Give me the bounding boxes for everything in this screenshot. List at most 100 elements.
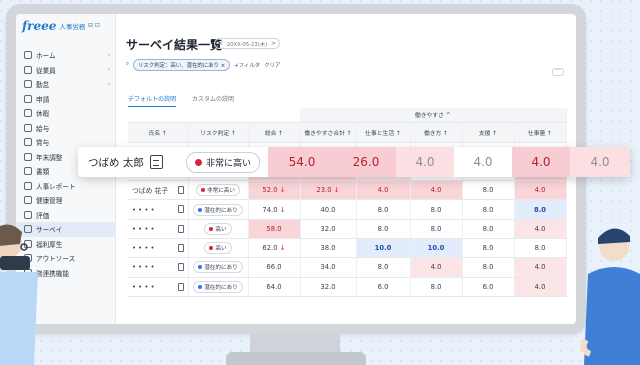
sidebar-item[interactable]: 健康管理 bbox=[16, 193, 116, 208]
sidebar-item[interactable]: 給与 bbox=[16, 121, 116, 136]
score-cell: 8.0 bbox=[356, 257, 411, 278]
nav-icon bbox=[24, 80, 32, 89]
document-icon[interactable] bbox=[177, 282, 184, 291]
table-row[interactable]: • • • • 潜在的にあり 66.0 34.0 8.0 4.0 8.0 4.0 bbox=[128, 257, 567, 278]
column-header[interactable]: 支援 ↑ bbox=[462, 122, 515, 143]
score-cell: 8.0 bbox=[410, 219, 463, 239]
score-value: 6.0 bbox=[482, 282, 494, 291]
employee-name-text: • • • • bbox=[132, 282, 155, 291]
column-header[interactable]: 氏名 ↑ bbox=[128, 122, 189, 143]
risk-cell: 高い bbox=[188, 219, 249, 239]
score-value: 32.0 bbox=[320, 282, 336, 291]
nav-icon bbox=[24, 123, 32, 132]
description-tabs: デフォルトの説明 カスタムの説明 bbox=[128, 94, 234, 107]
sidebar-item[interactable]: 申請 bbox=[16, 92, 116, 107]
sidebar-item-label: 休暇 bbox=[36, 110, 50, 119]
risk-dot-icon bbox=[201, 188, 205, 193]
employee-name[interactable]: • • • • bbox=[128, 277, 189, 297]
column-header[interactable]: リスク判定 ↑ bbox=[188, 122, 249, 143]
score-cell: 4.0 bbox=[410, 257, 463, 278]
employee-name-text: • • • • bbox=[132, 244, 155, 253]
table-row[interactable]: • • • • 潜在的にあり 74.0 ↓ 40.0 8.0 8.0 8.0 8.0 bbox=[128, 199, 567, 220]
filter-chip[interactable]: リスク判定：高い、潜在的にあり × bbox=[133, 58, 231, 71]
column-header[interactable]: 仕事と生活 ↑ bbox=[356, 122, 411, 143]
score-cell: 6.0 bbox=[462, 277, 515, 297]
document-icon[interactable] bbox=[177, 224, 184, 233]
column-header[interactable]: 総合 ↑ bbox=[248, 122, 301, 143]
tab-default[interactable]: デフォルトの説明 bbox=[128, 94, 177, 107]
sidebar-item[interactable]: 評価 bbox=[16, 208, 116, 223]
sidebar-item-label: 申請 bbox=[36, 95, 50, 104]
app-logo[interactable]: freee 人事労務 bbox=[22, 19, 85, 33]
table-row[interactable]: つばめ 花子 非常に高い 52.0 ↓ 23.0 ↓ 4.0 4.0 8.0 4.0 bbox=[128, 180, 567, 201]
score-value: 4.0 bbox=[534, 224, 546, 233]
highlighted-name-text: つばめ 太郎 bbox=[88, 156, 144, 169]
table-row[interactable]: • • • • 潜在的にあり 64.0 32.0 6.0 8.0 6.0 4.0 bbox=[128, 277, 567, 297]
survey-table: 働きやすさ ^ 氏名 ↑ リスク判定 ↑ 総合 ↑ 働きやすさ合計 ↑ 仕事と生活 ↑ 働… bbox=[128, 108, 567, 297]
date-label: 20XX-05-23(木) bbox=[226, 41, 268, 48]
score-cell: 8.0 bbox=[462, 219, 515, 239]
sidebar-item[interactable]: 人事レポート bbox=[16, 179, 116, 194]
risk-dot-icon bbox=[209, 246, 214, 251]
risk-badge: 高い bbox=[204, 222, 232, 235]
sidebar-item-label: 給与 bbox=[36, 124, 50, 133]
risk-dot-icon bbox=[194, 158, 202, 166]
document-icon[interactable] bbox=[177, 205, 184, 214]
employee-name[interactable]: つばめ 花子 bbox=[128, 180, 189, 201]
pop-work-life: 4.0 bbox=[396, 147, 454, 177]
score-value: 23.0 bbox=[316, 186, 332, 195]
score-value: 4.0 bbox=[534, 263, 546, 272]
score-cell: 6.0 bbox=[356, 277, 411, 297]
sidebar-item[interactable]: 従業員 › bbox=[16, 63, 116, 78]
document-icon[interactable] bbox=[177, 243, 184, 252]
more-options-button[interactable]: ··· bbox=[552, 68, 564, 76]
header-spacer bbox=[128, 108, 300, 123]
score-cell: 8.0 bbox=[356, 219, 411, 239]
column-header[interactable]: 仕事量 ↑ bbox=[514, 122, 567, 143]
employee-name[interactable]: • • • • bbox=[128, 238, 189, 259]
highlighted-row[interactable]: つばめ 太郎 非常に高い 54.0 26.0 4.0 4.0 4.0 4.0 bbox=[78, 147, 630, 177]
logo-mark: freee bbox=[22, 19, 57, 33]
chevron-right-icon: › bbox=[107, 80, 110, 88]
table-row[interactable]: • • • • 高い 62.0 ↓ 38.0 10.0 10.0 8.0 8.0 bbox=[128, 238, 567, 259]
score-cell: 4.0 bbox=[514, 277, 567, 297]
next-date-icon[interactable]: > bbox=[271, 40, 276, 47]
sidebar-item[interactable]: ホーム › bbox=[16, 48, 116, 63]
clear-filter-button[interactable]: クリア bbox=[264, 61, 280, 69]
score-value: 4.0 bbox=[534, 186, 546, 195]
table-row[interactable]: • • • • 高い 58.0 32.0 8.0 8.0 8.0 4.0 bbox=[128, 219, 567, 239]
employee-name-text: • • • • bbox=[132, 263, 155, 272]
score-value: 8.0 bbox=[482, 186, 494, 195]
nav-icon bbox=[24, 152, 32, 161]
column-header[interactable]: 働きやすさ合計 ↑ bbox=[300, 122, 357, 143]
document-icon[interactable] bbox=[149, 155, 163, 169]
prev-date-icon[interactable]: < bbox=[218, 40, 223, 47]
score-cell: 8.0 bbox=[410, 277, 463, 297]
sidebar-toggle-icons[interactable]: ⊟ ⊡ bbox=[88, 22, 100, 29]
document-icon[interactable] bbox=[177, 263, 184, 272]
search-icon[interactable]: ⌕ bbox=[126, 61, 129, 68]
score-cell: 4.0 bbox=[514, 257, 567, 278]
add-filter-button[interactable]: +フィルタ bbox=[234, 61, 260, 69]
sidebar-item[interactable]: 勤怠 › bbox=[16, 77, 116, 92]
risk-label: 高い bbox=[215, 246, 227, 253]
nav-icon bbox=[24, 138, 32, 147]
group-header[interactable]: 働きやすさ ^ bbox=[300, 108, 567, 123]
document-icon[interactable] bbox=[177, 186, 184, 195]
sidebar-item-label: 評価 bbox=[36, 211, 50, 220]
score-value: 10.0 bbox=[427, 244, 445, 253]
column-header[interactable]: 働き方 ↑ bbox=[410, 122, 463, 143]
sidebar-item-label: 従業員 bbox=[36, 66, 56, 75]
employee-name[interactable]: • • • • bbox=[128, 199, 189, 220]
employee-name[interactable]: • • • • bbox=[128, 219, 189, 239]
score-cell: 10.0 bbox=[356, 238, 411, 259]
tab-custom[interactable]: カスタムの説明 bbox=[192, 94, 234, 107]
date-selector[interactable]: < 20XX-05-23(木) > bbox=[214, 38, 280, 49]
nav-icon bbox=[24, 181, 32, 190]
employee-name[interactable]: • • • • bbox=[128, 257, 189, 278]
score-cell: 8.0 bbox=[410, 199, 463, 220]
score-value: 8.0 bbox=[534, 244, 546, 253]
sidebar-item[interactable]: 休暇 bbox=[16, 106, 116, 121]
risk-dot-icon bbox=[198, 207, 203, 212]
highlighted-name: つばめ 太郎 bbox=[78, 155, 178, 170]
